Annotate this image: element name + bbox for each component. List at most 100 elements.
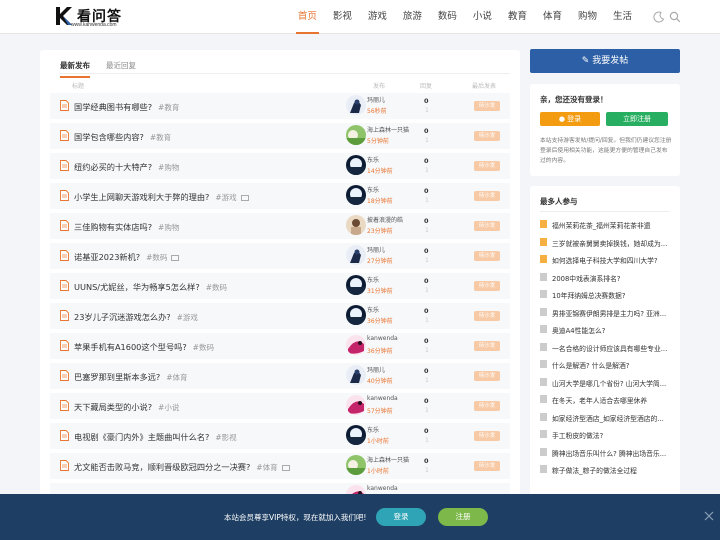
avatar[interactable] <box>346 305 366 325</box>
topic-row[interactable]: 纽约必买的十大特产? #购物 东乐 14分钟前 0 1 待沙发 <box>50 153 510 179</box>
hot-topic-title[interactable]: 如何选择电子科技大学和四川大学? <box>552 257 658 265</box>
nav-item[interactable]: 小说 <box>465 0 500 34</box>
hot-topic-title[interactable]: 一名合格的设计师应该具有哪些专业... <box>552 345 667 353</box>
hot-topic-title[interactable]: 如家经济型酒店_如家经济型酒店的... <box>552 415 664 423</box>
author-name[interactable]: 海上森林一只猫 <box>367 455 409 464</box>
hot-topic-title[interactable]: 2008中戏表演系排名? <box>552 275 620 283</box>
topic-row[interactable]: 诺基亚2023新机? #数码 玛丽儿 27分钟前 0 1 待沙发 <box>50 243 510 269</box>
topic-tag[interactable]: #购物 <box>158 163 179 172</box>
author-name[interactable]: kanwenda <box>367 485 398 492</box>
topic-row[interactable]: 尤文能否击败马竞，顺利晋级欧冠四分之一决赛? #体育 海上森林一只猫 1小时前 0 1 待沙… <box>50 453 510 479</box>
tab-recent-reply[interactable]: 最近回复 <box>106 58 136 78</box>
hot-topic-item[interactable]: 奥迪A4性能怎么? <box>540 325 672 337</box>
nav-item[interactable]: 旅游 <box>395 0 430 34</box>
author-name[interactable]: 东乐 <box>367 275 379 284</box>
topic-title-text[interactable]: 苹果手机有A1600这个型号吗? <box>74 342 187 352</box>
hot-topic-item[interactable]: 在冬天，老年人适合去哪里休养 <box>540 395 672 407</box>
tab-latest[interactable]: 最新发布 <box>60 58 90 78</box>
avatar[interactable] <box>346 455 366 475</box>
topic-title-text[interactable]: 电视剧《豪门内外》主题曲叫什么名? <box>74 432 209 442</box>
author-name[interactable]: 玛丽儿 <box>367 95 385 104</box>
topic-title-text[interactable]: 纽约必买的十大特产? <box>74 162 152 172</box>
vip-register-button[interactable]: 注册 <box>438 508 488 526</box>
site-logo[interactable]: 看问答 www.kanwenda.com <box>55 5 145 29</box>
nav-item[interactable]: 体育 <box>535 0 570 34</box>
hot-topic-item[interactable]: 腾神出场音乐叫什么? 腾神出场音乐... <box>540 447 672 460</box>
topic-row[interactable]: 天下藏局类型的小说? #小说 kanwenda 57分钟前 0 1 待沙发 <box>50 393 510 419</box>
hot-topic-item[interactable]: 三岁就被亲舅舅卖掉换钱，她却成为... <box>540 237 672 250</box>
topic-tag[interactable]: #教育 <box>150 133 171 142</box>
topic-title-text[interactable]: UUNS/尤妮丝，华为畅享5怎么样? <box>74 282 200 292</box>
hot-topic-item[interactable]: 男排亚锦赛伊朗男排是主力吗? 亚洲... <box>540 307 672 320</box>
topic-row[interactable]: 小学生上网聊天游戏利大于弊的理由? #游戏 东乐 18分钟前 0 1 待沙发 <box>50 183 510 209</box>
author-name[interactable]: kanwenda <box>367 335 398 342</box>
author-name[interactable]: 海上森林一只猫 <box>367 125 409 134</box>
topic-title[interactable]: 国学包含哪些内容? #教育 <box>74 131 171 143</box>
avatar[interactable] <box>346 155 366 175</box>
avatar[interactable] <box>346 275 366 295</box>
hot-topic-item[interactable]: 一名合格的设计师应该具有哪些专业... <box>540 342 672 355</box>
topic-title[interactable]: 国学经典图书有哪些? #教育 <box>74 101 179 113</box>
author-name[interactable]: 东乐 <box>367 185 379 194</box>
hot-topic-title[interactable]: 10年拜纳姆总决赛数据? <box>552 292 625 300</box>
hot-topic-title[interactable]: 奥迪A4性能怎么? <box>552 327 605 335</box>
nav-item[interactable]: 游戏 <box>360 0 395 34</box>
topic-tag[interactable]: #体育 <box>166 373 187 382</box>
hot-topic-item[interactable]: 2008中戏表演系排名? <box>540 272 672 285</box>
topic-title[interactable]: 三佳购物有实体店吗? #购物 <box>74 221 179 233</box>
topic-row[interactable]: 三佳购物有实体店吗? #购物 披着浪漫的皓 23分钟前 0 1 待沙发 <box>50 213 510 239</box>
topic-title-text[interactable]: 诺基亚2023新机? <box>74 252 140 262</box>
topic-row[interactable]: 国学包含哪些内容? #教育 海上森林一只猫 5分钟前 0 1 待沙发 <box>50 123 510 149</box>
topic-title-text[interactable]: 国学包含哪些内容? <box>74 132 144 142</box>
nav-item[interactable]: 教育 <box>500 0 535 34</box>
hot-topic-title[interactable]: 山河大学是哪几个省份? 山河大学简... <box>552 380 666 388</box>
topic-tag[interactable]: #教育 <box>158 103 179 112</box>
topic-title[interactable]: UUNS/尤妮丝，华为畅享5怎么样? #数码 <box>74 281 227 293</box>
nav-item[interactable]: 影视 <box>325 0 360 34</box>
hot-topic-title[interactable]: 在冬天，老年人适合去哪里休养 <box>552 397 647 405</box>
avatar[interactable] <box>346 335 366 355</box>
hot-topic-title[interactable]: 三岁就被亲舅舅卖掉换钱，她却成为... <box>552 240 667 248</box>
hot-topic-item[interactable]: 粽子做法_粽子的做法全过程 <box>540 465 672 477</box>
nav-item[interactable]: 首页 <box>290 0 325 34</box>
hot-topic-title[interactable]: 福州茉莉花茶_福州茉莉花茶非遗 <box>552 222 651 230</box>
nav-item[interactable]: 数码 <box>430 0 465 34</box>
topic-tag[interactable]: #游戏 <box>215 193 236 202</box>
topic-row[interactable]: 巴塞罗那到里斯本多远? #体育 玛丽儿 40分钟前 0 1 待沙发 <box>50 363 510 389</box>
topic-row[interactable]: 苹果手机有A1600这个型号吗? #数码 kanwenda 36分钟前 0 1 待沙发 <box>50 333 510 359</box>
topic-tag[interactable]: #小说 <box>158 403 179 412</box>
avatar[interactable] <box>346 95 366 115</box>
register-button[interactable]: 立即注册 <box>606 112 668 126</box>
avatar[interactable] <box>346 185 366 205</box>
avatar[interactable] <box>346 395 366 415</box>
topic-tag[interactable]: #体育 <box>256 463 277 472</box>
search-icon[interactable] <box>669 11 681 23</box>
topic-title[interactable]: 苹果手机有A1600这个型号吗? #数码 <box>74 341 214 353</box>
topic-tag[interactable]: #购物 <box>158 223 179 232</box>
topic-title[interactable]: 23岁儿子沉迷游戏怎么办? #游戏 <box>74 311 198 323</box>
topic-title[interactable]: 天下藏局类型的小说? #小说 <box>74 401 179 413</box>
nav-item[interactable]: 生活 <box>605 0 640 34</box>
topic-tag[interactable]: #游戏 <box>177 313 198 322</box>
avatar[interactable] <box>346 425 366 445</box>
dark-mode-moon-icon[interactable] <box>653 11 665 23</box>
topic-tag[interactable]: #数码 <box>193 343 214 352</box>
hot-topic-title[interactable]: 粽子做法_粽子的做法全过程 <box>552 467 637 475</box>
nav-item[interactable]: 购物 <box>570 0 605 34</box>
hot-topic-item[interactable]: 福州茉莉花茶_福州茉莉花茶非遗 <box>540 220 672 232</box>
topic-row[interactable]: UUNS/尤妮丝，华为畅享5怎么样? #数码 东乐 31分钟前 0 1 待沙发 <box>50 273 510 299</box>
hot-topic-item[interactable]: 如家经济型酒店_如家经济型酒店的... <box>540 412 672 425</box>
hot-topic-title[interactable]: 男排亚锦赛伊朗男排是主力吗? 亚洲... <box>552 310 666 318</box>
hot-topic-title[interactable]: 什么是解酒? 什么是解酒? <box>552 362 629 370</box>
login-button[interactable]: ● 登录 <box>540 112 600 126</box>
avatar[interactable] <box>346 245 366 265</box>
topic-row[interactable]: 电视剧《豪门内外》主题曲叫什么名? #影视 东乐 1小时前 0 1 待沙发 <box>50 423 510 449</box>
topic-title[interactable]: 小学生上网聊天游戏利大于弊的理由? #游戏 <box>74 191 249 203</box>
topic-title[interactable]: 纽约必买的十大特产? #购物 <box>74 161 179 173</box>
hot-topic-item[interactable]: 10年拜纳姆总决赛数据? <box>540 290 672 302</box>
hot-topic-item[interactable]: 手工粉皮的做法? <box>540 430 672 442</box>
topic-title-text[interactable]: 天下藏局类型的小说? <box>74 402 152 412</box>
topic-row[interactable]: 国学经典图书有哪些? #教育 玛丽儿 56秒前 0 1 待沙发 <box>50 93 510 119</box>
author-name[interactable]: 玛丽儿 <box>367 245 385 254</box>
avatar[interactable] <box>346 215 366 235</box>
